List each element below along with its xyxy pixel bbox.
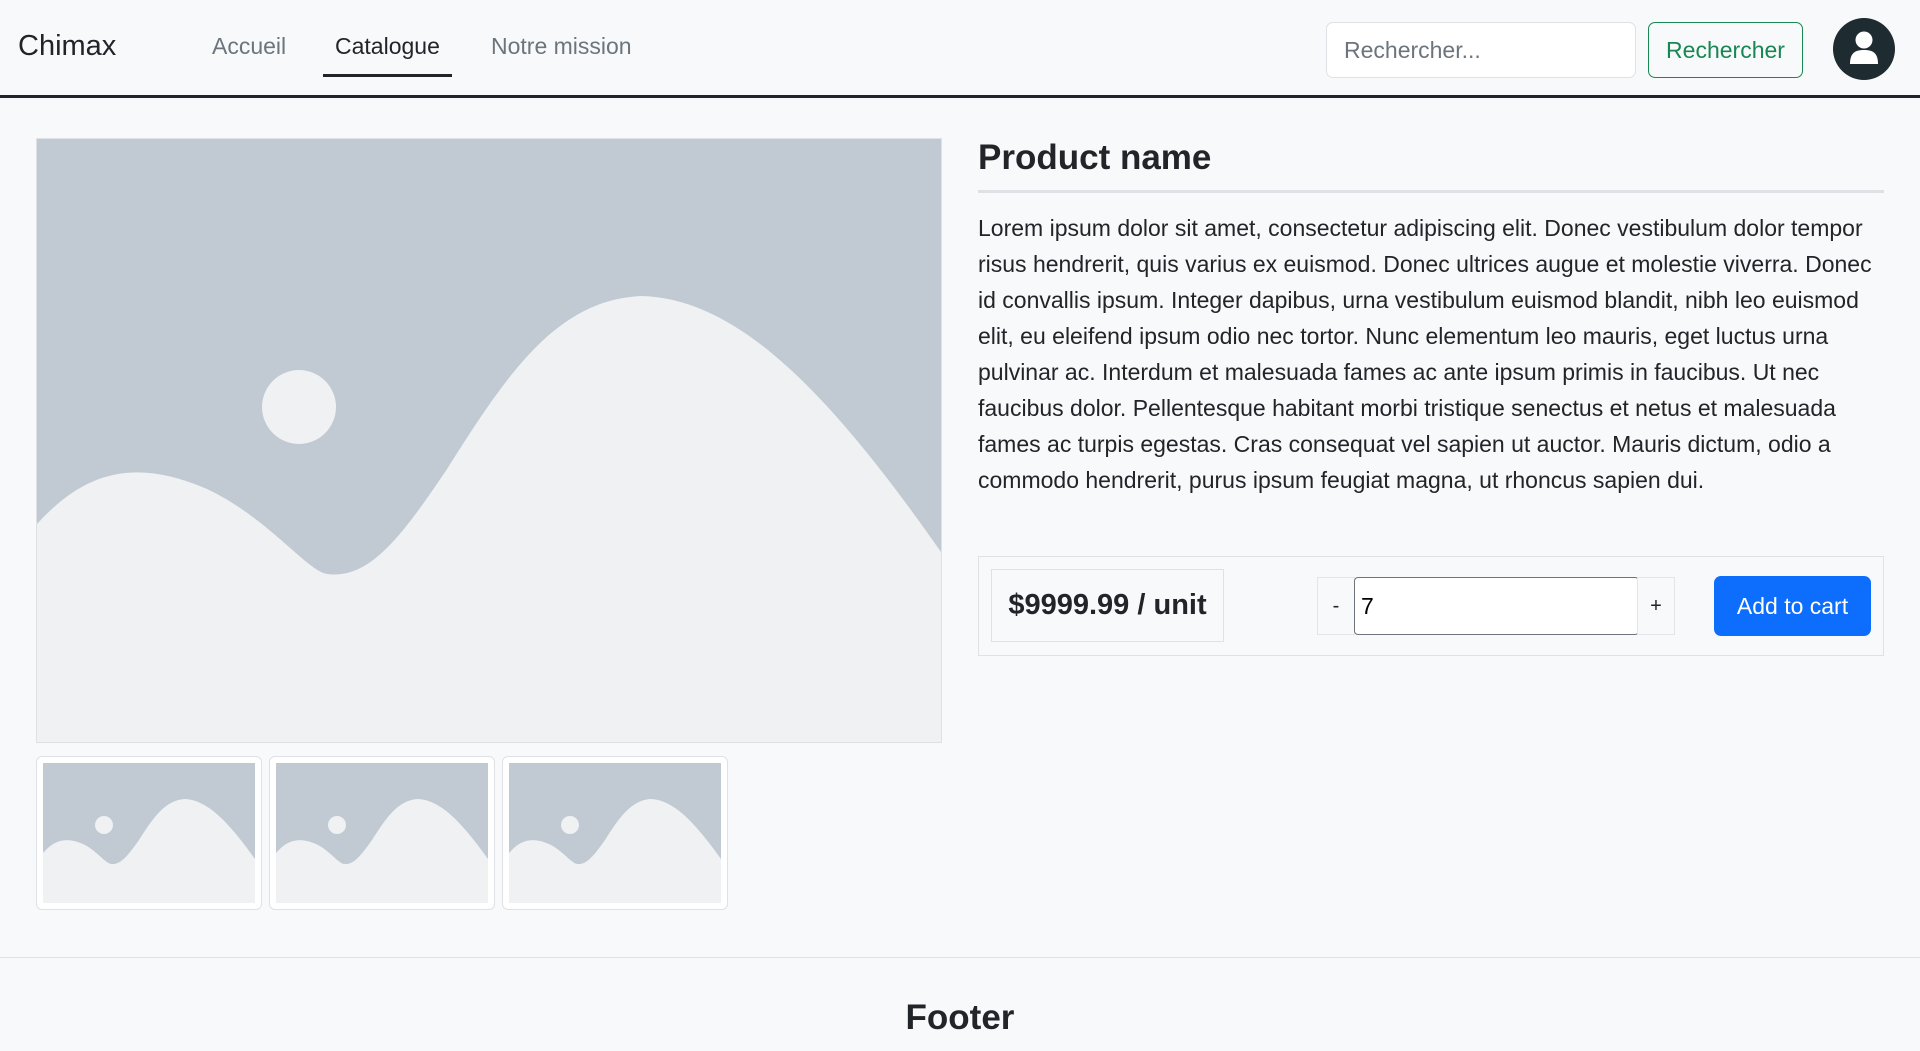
thumbnail-3[interactable] <box>502 756 728 910</box>
image-placeholder-icon <box>276 763 488 903</box>
nav-link-notre-mission[interactable]: Notre mission <box>479 33 644 74</box>
footer: Footer <box>0 957 1920 1051</box>
quantity-input[interactable] <box>1354 577 1639 635</box>
footer-title: Footer <box>905 998 1015 1037</box>
product-price: $9999.99 / unit <box>991 569 1224 642</box>
nav-link-catalogue[interactable]: Catalogue <box>323 33 452 77</box>
navbar: Chimax Accueil Catalogue Notre mission R… <box>0 0 1920 98</box>
purchase-panel: $9999.99 / unit - + Add to cart <box>978 556 1884 656</box>
user-avatar[interactable] <box>1833 18 1895 80</box>
nav-link-accueil[interactable]: Accueil <box>200 33 298 74</box>
image-placeholder-icon <box>37 139 941 742</box>
image-placeholder-icon <box>509 763 721 903</box>
product-description: Lorem ipsum dolor sit amet, consectetur … <box>978 215 1872 493</box>
main-product-image <box>36 138 942 743</box>
thumbnail-2[interactable] <box>269 756 495 910</box>
quantity-decrement-button[interactable]: - <box>1317 577 1355 635</box>
product-title: Product name <box>978 138 1884 193</box>
search-input[interactable] <box>1326 22 1636 78</box>
quantity-increment-button[interactable]: + <box>1637 577 1675 635</box>
search-button[interactable]: Rechercher <box>1648 22 1803 78</box>
brand-logo[interactable]: Chimax <box>18 30 116 63</box>
user-icon <box>1850 31 1878 64</box>
thumbnail-1[interactable] <box>36 756 262 910</box>
image-placeholder-icon <box>43 763 255 903</box>
add-to-cart-button[interactable]: Add to cart <box>1714 576 1871 636</box>
